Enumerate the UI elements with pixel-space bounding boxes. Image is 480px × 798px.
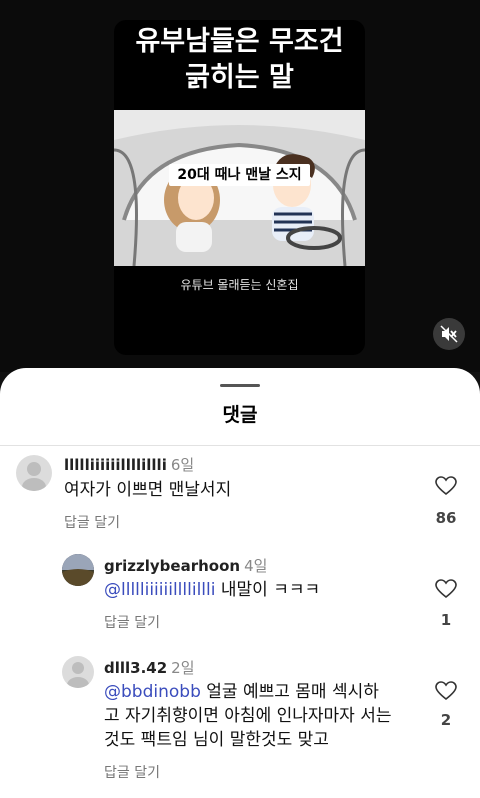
comment-username[interactable]: dlll3.42 2일 [104,657,195,678]
video-credit: 유튜브 몰래듣는 신혼집 [180,278,299,292]
mention-link[interactable]: @bbdinobb [104,682,201,702]
username-text[interactable]: grizzlybearhoon [104,557,240,575]
avatar[interactable] [16,455,52,491]
divider [0,445,480,446]
comment-body-line3: 것도 팩트임 님이 말한것도 맞고 [104,730,329,750]
heart-outline-icon[interactable] [435,579,457,599]
heart-outline-icon[interactable] [435,476,457,496]
like-count: 86 [435,509,457,527]
video-player[interactable]: 유부남들은 무조건 긁히는 말 20대 때나 맨날 스지 유튜브 몰래듣는 신혼… [114,20,365,355]
comment-username[interactable]: grizzlybearhoon 4일 [104,555,267,576]
heart-outline-icon[interactable] [435,681,457,701]
comment-time: 4일 [244,557,268,575]
comment-time: 6일 [170,456,195,474]
comment-body: 내말이 ㅋㅋㅋ [220,580,321,600]
like-count: 1 [440,611,452,629]
mention-link[interactable]: @llllliiiiiillllillli [104,580,215,600]
comment-time: 2일 [171,659,195,677]
speaker-muted-icon[interactable] [433,318,465,350]
comment-text: @llllliiiiiillllillli 내말이 ㅋㅋㅋ [104,578,320,602]
video-title-line1: 유부남들은 무조건 [135,26,344,57]
comments-sheet: 댓글 llllliiiiiillllillli 6일 여자가 이쁘면 맨날서지 답… [0,368,480,798]
like-count: 2 [440,711,452,729]
avatar[interactable] [62,554,94,586]
comment-username[interactable]: llllliiiiiillllillli 6일 [64,454,194,475]
username-text[interactable]: llllliiiiiillllillli [64,456,167,474]
drag-handle[interactable] [220,384,260,387]
video-subtitle: 20대 때나 맨날 스지 [114,164,365,186]
video-thumbnail [114,110,365,266]
video-title-line2: 긁히는 말 [185,62,294,93]
comment-body-line2: 고 자기취향이면 아침에 인나자마자 서는 [104,706,392,726]
comment-text: @bbdinobb 얼굴 예쁘고 몸매 섹시하 고 자기취향이면 아침에 인나자… [104,680,434,752]
video-subtitle-text: 20대 때나 맨날 스지 [169,164,310,186]
comment-text: 여자가 이쁘면 맨날서지 [64,480,232,500]
avatar[interactable] [62,656,94,688]
username-text[interactable]: dlll3.42 [104,659,167,677]
video-area: 유부남들은 무조건 긁히는 말 20대 때나 맨날 스지 유튜브 몰래듣는 신혼… [0,0,480,372]
video-title: 유부남들은 무조건 긁히는 말 [114,24,365,96]
reply-button[interactable]: 답글 달기 [64,512,120,532]
sheet-title: 댓글 [222,404,258,426]
reply-button[interactable]: 답글 달기 [104,762,160,782]
reply-button[interactable]: 답글 달기 [104,612,160,632]
comment-body-line1: 얼굴 예쁘고 몸매 섹시하 [200,682,379,702]
